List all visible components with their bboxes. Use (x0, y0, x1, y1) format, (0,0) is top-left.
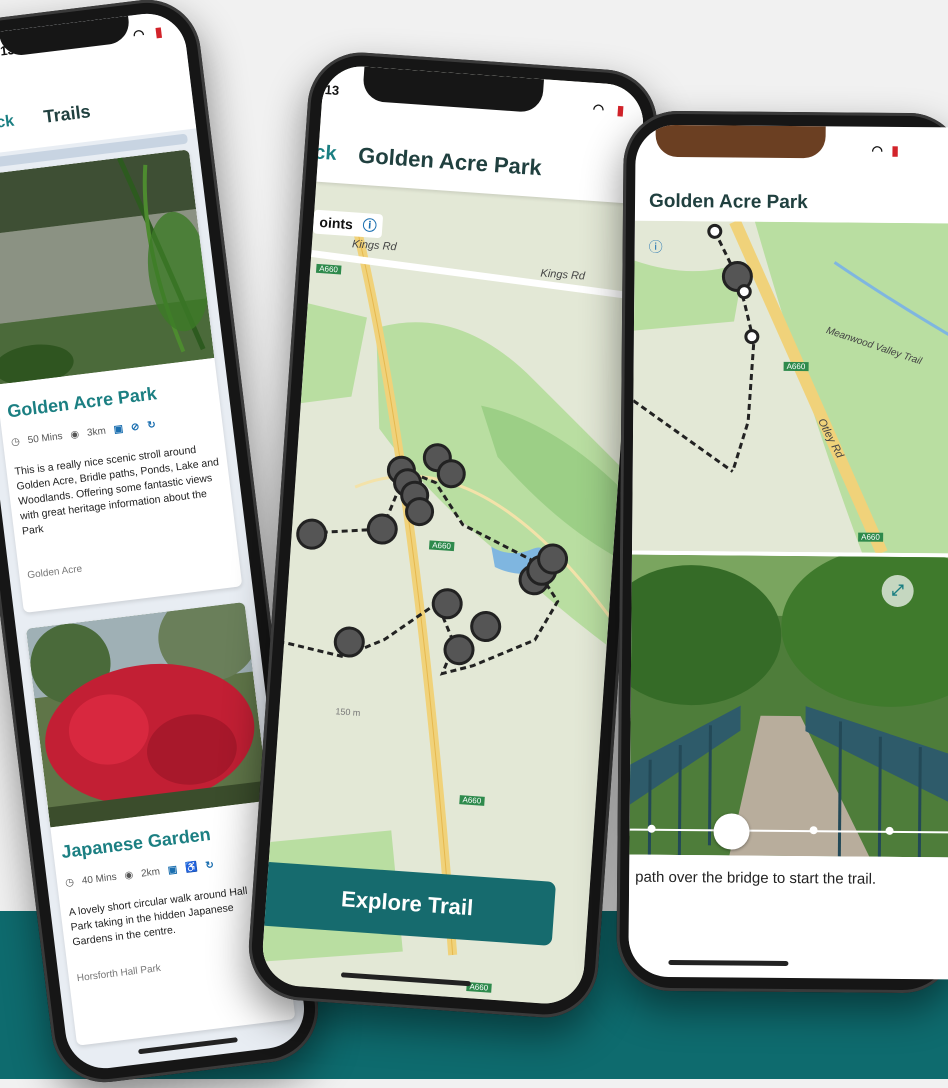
back-button[interactable]: ‹ Back (0, 113, 15, 137)
expand-icon[interactable]: ⤢ (881, 574, 914, 608)
bus-icon: ▣ (113, 423, 124, 436)
wifi-icon: ◠ (592, 100, 605, 117)
slider-stop (647, 824, 656, 833)
wheelchair-icon: ♿ (184, 861, 199, 875)
trail-location: Horsforth Hall Park (76, 962, 162, 985)
battery-icon: ▮ (154, 23, 164, 40)
trail-title: Golden Acre Park (6, 383, 158, 422)
road-sign: A660 (459, 795, 485, 806)
info-icon[interactable]: ⓘ (362, 217, 377, 234)
bus-icon: ▣ (167, 864, 178, 877)
road-sign: A660 (783, 361, 809, 372)
phone-trail-map: 13 ◠ ▮ ck Golden Acre Park oints ⓘ Kings… (245, 48, 661, 1022)
detail-screen: ◠ ▮ Golden Acre Park ⓘ Meanwood Valley T… (628, 124, 948, 980)
circular-route-icon: ↻ (204, 859, 215, 872)
distance-icon: ◉ (123, 869, 134, 882)
trail-distance: 3km (86, 425, 107, 439)
no-cycle-icon: ⊘ (130, 421, 141, 434)
battery-icon: ▮ (616, 102, 625, 118)
slider-stop (809, 826, 818, 835)
trail-location: Golden Acre (26, 563, 83, 582)
clock-icon: ◷ (10, 436, 21, 449)
photo-caption: path over the bridge to start the trail. (635, 868, 877, 888)
battery-icon: ▮ (891, 142, 899, 158)
circular-route-icon: ↻ (146, 419, 157, 432)
trail-card-golden-acre[interactable]: Golden Acre Park ◷ 50 Mins ◉ 3km ▣ ⊘ ↻ T… (0, 149, 243, 613)
trail-distance: 2km (140, 866, 161, 880)
map-screen: 13 ◠ ▮ ck Golden Acre Park oints ⓘ Kings… (260, 63, 646, 1007)
home-indicator (138, 1037, 238, 1055)
slider-stop (885, 826, 894, 835)
home-indicator (668, 959, 789, 967)
status-time: 13 (324, 81, 340, 98)
road-sign: A660 (428, 540, 455, 552)
page-title: Golden Acre Park (648, 190, 808, 214)
phone-trail-detail: ◠ ▮ Golden Acre Park ⓘ Meanwood Valley T… (616, 110, 948, 994)
trail-meta: ◷ 50 Mins ◉ 3km ▣ ⊘ ↻ (11, 420, 157, 449)
trail-title: Japanese Garden (60, 823, 212, 863)
info-icon[interactable]: ⓘ (649, 237, 663, 257)
clock-icon: ◷ (64, 876, 75, 889)
notch (655, 124, 826, 159)
distance-icon: ◉ (69, 428, 80, 441)
contour-label: 150 m (335, 706, 361, 718)
trail-description: This is a really nice scenic stroll arou… (14, 443, 220, 538)
page-title: Trails (42, 101, 92, 127)
road-sign: A660 (858, 532, 883, 542)
wifi-icon: ◠ (871, 142, 883, 158)
wifi-icon: ◠ (132, 26, 146, 43)
points-toggle[interactable]: oints ⓘ (312, 209, 384, 239)
trail-duration: 50 Mins (27, 430, 64, 447)
back-label: Back (0, 112, 16, 135)
golden-acre-photo (0, 149, 215, 385)
photo-slider-thumb[interactable] (713, 813, 750, 850)
page-title: Golden Acre Park (357, 142, 543, 181)
trail-mini-map[interactable] (632, 220, 948, 554)
points-label: oints (318, 213, 354, 233)
trail-description: A lovely short circular walk around Hall… (68, 884, 249, 949)
japanese-garden-photo (25, 602, 269, 828)
trail-meta: ◷ 40 Mins ◉ 2km ▣ ♿ ↻ (65, 860, 215, 889)
trail-duration: 40 Mins (81, 871, 118, 887)
back-button[interactable]: ck (314, 141, 338, 165)
trail-card-japanese-garden[interactable]: Japanese Garden ◷ 40 Mins ◉ 2km ▣ ♿ ↻ A … (25, 602, 296, 1046)
road-sign: A660 (315, 263, 342, 275)
